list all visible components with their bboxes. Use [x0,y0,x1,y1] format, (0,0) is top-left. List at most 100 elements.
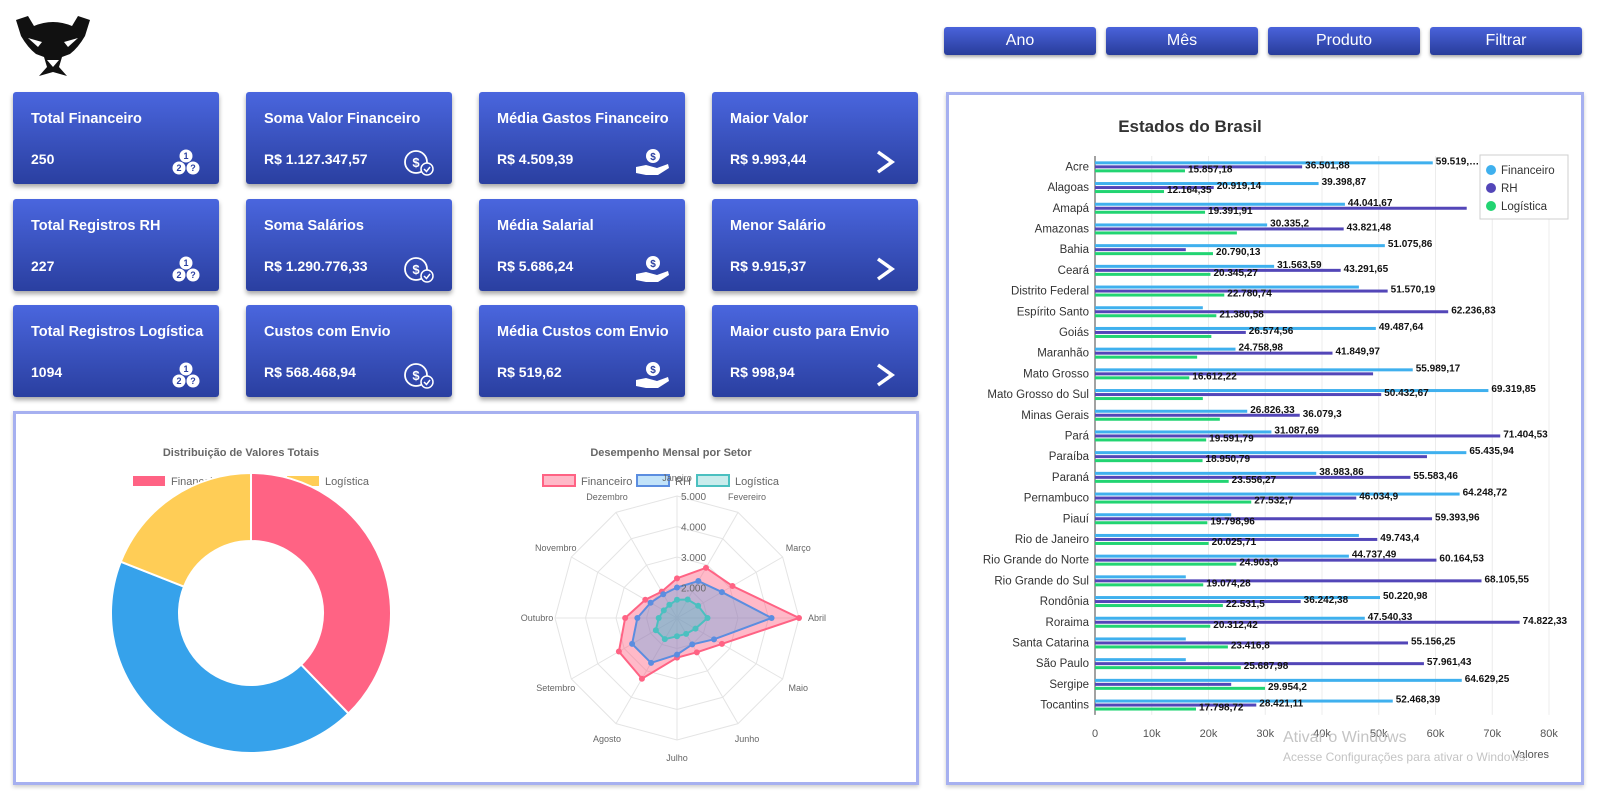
doughnut-chart: Distribuição de Valores TotaisFinanceiro… [110,447,392,754]
category-label: Tocantins [1040,700,1089,712]
bar [1095,227,1344,231]
radar-axis-label: Maio [788,683,808,693]
radar-axis-label: Julho [666,753,688,763]
legend-label: Financeiro [1501,165,1555,177]
legend-marker [1486,201,1496,211]
bar [1095,310,1449,314]
kpi-card[interactable]: Menor Salário R$ 9.915,37 [712,199,918,291]
doughnut-slice [250,471,392,715]
bar [1095,459,1203,463]
money-check-icon: $ [404,363,434,389]
kpi-card-title: Média Custos com Envio [497,324,669,340]
bar-value-label: 52.468,39 [1396,695,1441,706]
bar [1095,190,1165,194]
bar [1095,351,1333,355]
bar [1095,500,1252,504]
kpi-card-title: Maior custo para Envio [730,324,890,340]
bar [1095,604,1223,608]
bar-value-label: 24.903,8 [1239,558,1278,569]
bar [1095,521,1208,525]
kpi-card-title: Maior Valor [730,111,809,127]
money-hand-icon: $ [636,256,669,282]
radar-axis-label: Janeiro [662,473,692,483]
svg-text:?: ? [190,270,196,280]
filter-button[interactable]: Filtrar [1430,27,1582,55]
bar [1095,397,1203,401]
svg-text:$: $ [412,368,420,383]
radar-point [661,636,668,643]
radar-axis-label: Fevereiro [728,492,766,502]
radar-point [615,648,622,655]
bar-value-label: 15.857,18 [1188,164,1233,175]
category-label: Pará [1065,430,1090,442]
bar-value-label: 65.435,94 [1469,446,1514,457]
bar-value-label: 68.105,55 [1484,574,1529,585]
radar-axis-label: Dezembro [586,492,628,502]
bar-value-label: 57.961,43 [1427,657,1472,668]
bar-value-label: 60.164,53 [1439,554,1484,565]
kpi-card-title: Total Financeiro [31,111,142,127]
kpi-card-title: Menor Salário [730,218,826,234]
legend-label: Logística [735,476,780,488]
bar-value-label: 49.743,4 [1380,533,1419,544]
product-filter-button[interactable]: Produto [1268,27,1420,55]
bar-value-label: 20.312,42 [1213,620,1258,631]
kpi-card: Soma Salários R$ 1.290.776,33 $ [246,199,452,291]
chevron-right-icon[interactable] [866,147,904,177]
kpi-card: Média Salarial R$ 5.686,24 $ [479,199,685,291]
bar-value-label: 50.220,98 [1383,591,1428,602]
x-tick-label: 20k [1200,728,1218,740]
radar-point [718,640,725,647]
chevron-right-icon[interactable] [866,254,904,284]
category-label: Paraíba [1049,451,1090,463]
x-tick-label: 60k [1427,728,1445,740]
bar [1095,355,1198,359]
bar-value-label: 62.236,83 [1451,305,1496,316]
svg-text:1: 1 [183,364,188,374]
category-label: Distrito Federal [1011,286,1089,298]
kpi-card: Total Financeiro 250 1 2? [13,92,219,184]
bar-value-label: 36.079,3 [1303,409,1342,420]
svg-text:$: $ [650,365,656,376]
chart-legend: Financeiro RH Logística [1479,154,1569,220]
x-tick-label: 10k [1143,728,1161,740]
kpi-card[interactable]: Maior Valor R$ 9.993,44 [712,92,918,184]
category-label: Santa Catarina [1012,637,1089,649]
category-label: Amazonas [1035,223,1090,235]
bar [1095,575,1186,579]
radar-point [710,636,717,643]
chart-title: Estados do Brasil [1118,117,1262,136]
month-filter-button[interactable]: Mês [1106,27,1258,55]
bar-value-label: 16.612,22 [1192,371,1237,382]
year-filter-button[interactable]: Ano [944,27,1096,55]
radar-point [634,615,641,621]
bar [1095,330,1246,334]
bar [1095,413,1300,417]
category-label: Rio Grande do Sul [994,575,1089,587]
category-label: Paraná [1052,472,1090,484]
radar-point [622,615,629,621]
bar [1095,541,1209,545]
radar-point [796,615,802,621]
svg-text:2: 2 [176,270,181,280]
bar [1095,252,1213,256]
bar-value-label: 20.790,13 [1216,247,1261,258]
kpi-card: Soma Valor Financeiro R$ 1.127.347,57 $ [246,92,452,184]
bar-value-label: 36.501,88 [1305,160,1350,171]
bar [1095,272,1211,276]
chevron-right-icon[interactable] [866,360,904,390]
x-tick-label: 80k [1540,728,1558,740]
numbered-coins-icon: 12? [172,149,200,175]
legend-marker [1486,165,1496,175]
bar [1095,223,1268,227]
bar [1095,389,1489,393]
bar-value-label: 74.822,33 [1523,616,1568,627]
radar-axis-label: Junho [735,734,760,744]
svg-text:2: 2 [176,376,181,386]
bar-value-label: 19.798,96 [1210,516,1255,527]
bar [1095,583,1204,587]
kpi-card[interactable]: Maior custo para Envio R$ 998,94 [712,305,918,397]
category-label: Espírito Santo [1017,306,1089,318]
bar [1095,376,1190,380]
kpi-card: Total Registros Logística 1094 1 2? [13,305,219,397]
